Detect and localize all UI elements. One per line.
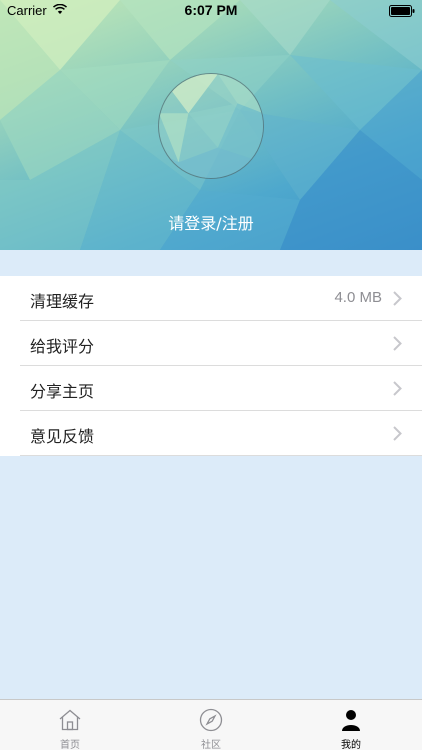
menu-item-share-homepage[interactable]: 分享主页 bbox=[0, 366, 422, 411]
tab-community[interactable]: 社区 bbox=[141, 700, 281, 750]
profile-header: Carrier 6:07 PM 请登录/注册 bbox=[0, 0, 422, 250]
chevron-right-icon bbox=[393, 291, 402, 306]
chevron-right-icon bbox=[393, 426, 402, 441]
divider bbox=[20, 455, 422, 456]
status-bar: Carrier 6:07 PM bbox=[0, 0, 422, 22]
menu-item-label: 清理缓存 bbox=[30, 292, 95, 311]
person-icon bbox=[342, 710, 360, 731]
avatar-placeholder-image bbox=[159, 74, 263, 178]
menu-item-label: 分享主页 bbox=[30, 382, 95, 401]
avatar[interactable] bbox=[158, 73, 264, 179]
chevron-right-icon bbox=[393, 336, 402, 351]
settings-menu: 清理缓存 4.0 MB 给我评分 分享主页 意见反馈 bbox=[0, 276, 422, 456]
tab-bar: 首页 社区 我的 bbox=[0, 699, 422, 750]
cache-size-value: 4.0 MB bbox=[334, 289, 382, 306]
menu-item-clear-cache[interactable]: 清理缓存 4.0 MB bbox=[0, 276, 422, 321]
tab-home[interactable]: 首页 bbox=[0, 700, 140, 750]
home-icon bbox=[59, 709, 81, 731]
tab-mine[interactable]: 我的 bbox=[281, 700, 421, 750]
chevron-right-icon bbox=[393, 381, 402, 396]
battery-icon bbox=[389, 5, 415, 17]
menu-item-feedback[interactable]: 意见反馈 bbox=[0, 411, 422, 456]
app-screen: Carrier 6:07 PM 请登录/注册 清理缓存 4.0 MB 给我评分 … bbox=[0, 0, 422, 750]
tab-label: 我的 bbox=[341, 740, 361, 750]
tab-label: 首页 bbox=[60, 740, 80, 750]
status-time: 6:07 PM bbox=[184, 2, 238, 18]
menu-item-label: 给我评分 bbox=[30, 337, 95, 356]
menu-item-rate-app[interactable]: 给我评分 bbox=[0, 321, 422, 366]
login-register-link[interactable]: 请登录/注册 bbox=[0, 210, 422, 234]
tab-label: 社区 bbox=[201, 740, 221, 750]
compass-icon bbox=[199, 708, 223, 732]
menu-item-label: 意见反馈 bbox=[30, 427, 95, 446]
